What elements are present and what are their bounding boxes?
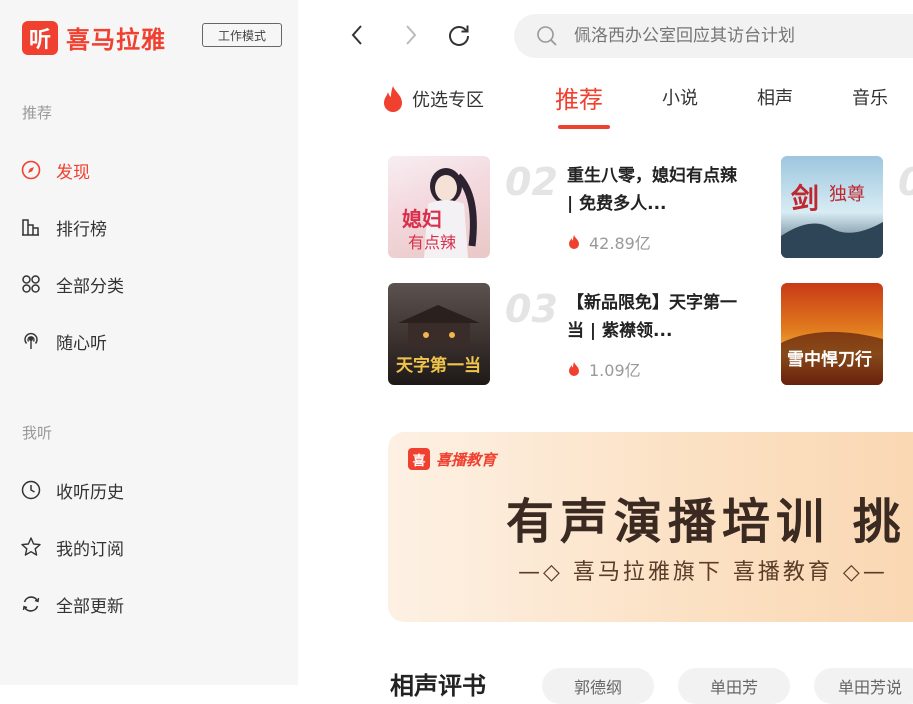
promo-banner[interactable]: 喜 喜播教育 有声演播培训 挑 —◇ 喜马拉雅旗下 喜播教育 ◇— [388, 432, 913, 622]
sidebar-item-label: 我的订阅 [56, 539, 124, 560]
cover-art-sword: 剑 独尊 [781, 182, 883, 258]
star-icon [20, 536, 42, 558]
forward-button[interactable] [396, 20, 426, 50]
svg-text:雪中悍刀行: 雪中悍刀行 [787, 349, 872, 370]
compass-icon [20, 159, 42, 181]
banner-brand: 喜 喜播教育 [408, 448, 496, 470]
play-count-value: 42.89亿 [589, 234, 651, 253]
ranking-item[interactable]: 雪中悍刀行 [781, 283, 883, 385]
search-input[interactable] [572, 25, 913, 47]
ranking-info: 重生八零，媳妇有点辣 | 免费多人... 42.89亿 [567, 162, 737, 254]
refresh-button[interactable] [444, 20, 474, 50]
ranking-item[interactable]: 天字第一当 [388, 283, 490, 385]
play-count: 1.09亿 [567, 357, 737, 381]
cover-art-palace: 天字第一当 [396, 305, 481, 376]
brand-name: 喜播教育 [436, 450, 497, 469]
sidebar-item-categories[interactable]: 全部分类 [20, 269, 124, 299]
sidebar-item-label: 全部更新 [56, 596, 124, 617]
sidebar-item-label: 随心听 [56, 333, 107, 354]
section-title-recommend: 推荐 [22, 104, 53, 122]
sidebar: 听 喜马拉雅 工作模式 推荐 发现 排行榜 全部分类 随心听 我听 收听历史 我… [0, 0, 298, 685]
fire-icon [569, 235, 579, 249]
top-bar [298, 0, 913, 76]
sidebar-item-updates[interactable]: 全部更新 [20, 589, 124, 619]
album-cover[interactable]: 剑 独尊 [781, 156, 883, 258]
album-cover[interactable]: 雪中悍刀行 [781, 283, 883, 385]
svg-text:独尊: 独尊 [829, 184, 865, 205]
ranking-item[interactable]: 媳妇 有点辣 [388, 156, 490, 258]
album-cover[interactable]: 天字第一当 [388, 283, 490, 385]
sidebar-item-discover[interactable]: 发现 [20, 155, 90, 185]
svg-text:媳妇: 媳妇 [402, 207, 442, 231]
search-icon [537, 26, 557, 46]
reload-icon [449, 25, 469, 46]
grid-circles-icon [20, 273, 42, 295]
filter-chip[interactable]: 单田芳说 [814, 668, 913, 704]
banner-subtitle: —◇ 喜马拉雅旗下 喜播教育 ◇— [518, 560, 888, 585]
active-tab-indicator [558, 125, 610, 129]
section-heading: 相声评书 [390, 672, 486, 700]
rank-number: 02 [505, 160, 558, 204]
sidebar-item-ranking[interactable]: 排行榜 [20, 212, 107, 242]
sidebar-item-radio[interactable]: 随心听 [20, 326, 107, 356]
flame-icon [384, 86, 402, 112]
svg-text:剑: 剑 [791, 182, 819, 215]
svg-text:天字第一当: 天字第一当 [396, 355, 481, 376]
ranking-item[interactable]: 剑 独尊 [781, 156, 883, 258]
tab-novel[interactable]: 小说 [662, 84, 698, 110]
radio-icon [20, 330, 42, 352]
ranking-info: 【新品限免】天字第一当 | 紫襟领... 1.09亿 [567, 289, 737, 381]
app-logo[interactable]: 听 喜马拉雅 [22, 20, 166, 55]
search-box[interactable] [514, 14, 913, 58]
tab-label: 优选专区 [412, 90, 484, 111]
chart-bars-icon [20, 216, 42, 238]
brand-icon: 喜 [408, 448, 430, 470]
cover-art-girl: 媳妇 有点辣 [402, 168, 477, 258]
work-mode-button[interactable]: 工作模式 [202, 23, 282, 47]
tab-featured[interactable]: 优选专区 [380, 84, 484, 114]
sidebar-item-label: 排行榜 [56, 219, 107, 240]
svg-text:有点辣: 有点辣 [408, 233, 456, 252]
play-count: 42.89亿 [567, 230, 737, 254]
rank-number-partial: 0 [898, 160, 913, 204]
chevron-left-icon [351, 25, 362, 45]
sidebar-item-history[interactable]: 收听历史 [20, 475, 124, 505]
back-button[interactable] [342, 20, 372, 50]
tab-music[interactable]: 音乐 [852, 84, 888, 110]
play-count-value: 1.09亿 [589, 361, 641, 380]
tab-recommend[interactable]: 推荐 [555, 80, 603, 115]
filter-chip[interactable]: 郭德纲 [542, 668, 654, 704]
logo-text: 喜马拉雅 [66, 26, 166, 54]
clock-icon [20, 479, 42, 501]
album-cover[interactable]: 媳妇 有点辣 [388, 156, 490, 258]
sidebar-item-subscriptions[interactable]: 我的订阅 [20, 532, 124, 562]
album-title[interactable]: 【新品限免】天字第一当 | 紫襟领... [567, 289, 737, 345]
album-title[interactable]: 重生八零，媳妇有点辣 | 免费多人... [567, 162, 737, 218]
refresh-icon [20, 593, 42, 615]
sidebar-item-label: 全部分类 [56, 276, 124, 297]
tab-crosstalk[interactable]: 相声 [757, 84, 793, 110]
sidebar-item-label: 发现 [56, 162, 90, 183]
logo-icon: 听 [22, 20, 58, 55]
filter-chip[interactable]: 单田芳 [678, 668, 790, 704]
banner-title: 有声演播培训 挑 [506, 494, 907, 550]
rank-number: 03 [505, 287, 558, 331]
fire-icon [569, 362, 579, 376]
sidebar-item-label: 收听历史 [56, 482, 124, 503]
section-title-mine: 我听 [22, 424, 53, 442]
chevron-right-icon [406, 25, 417, 45]
cover-art-sunset: 雪中悍刀行 [781, 331, 883, 385]
